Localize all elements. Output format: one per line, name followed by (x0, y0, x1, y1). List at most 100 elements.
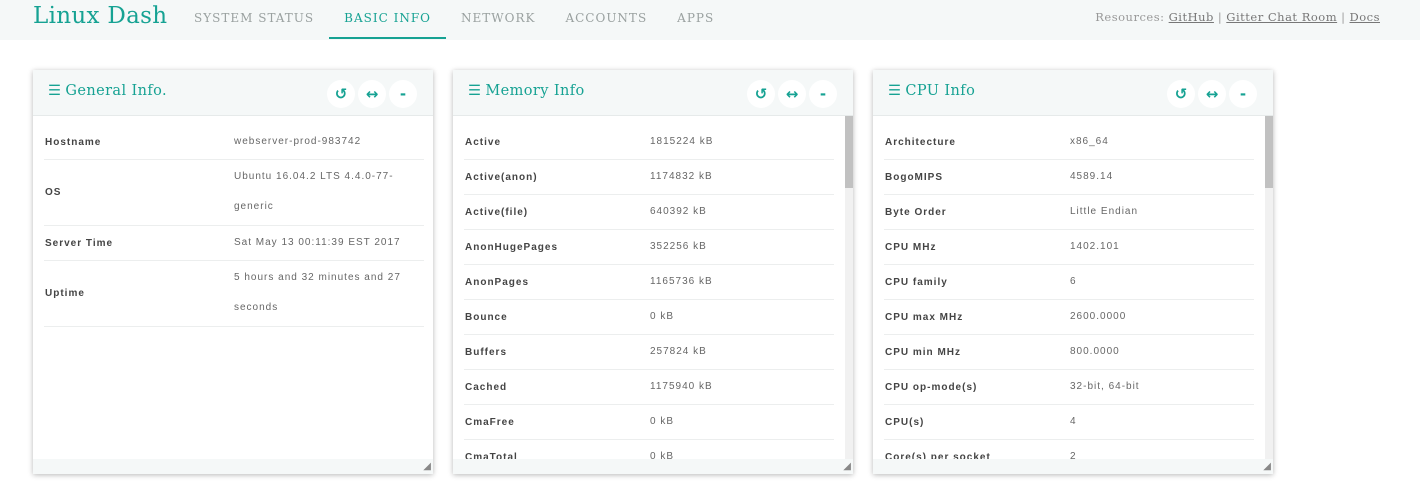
row-key: CPU family (885, 276, 948, 288)
row-value: Ubuntu 16.04.2 LTS 4.4.0-77-generic (234, 171, 394, 212)
collapse-button[interactable]: - (1229, 80, 1257, 108)
refresh-button[interactable]: ↺ (1167, 80, 1195, 108)
row-value: 0 kB (650, 451, 675, 459)
row-key: CPU op-mode(s) (885, 381, 978, 393)
row-value: 4589.14 (1070, 171, 1114, 182)
table-row: Cached 1175940 kB (464, 370, 834, 405)
row-key: Byte Order (885, 206, 947, 218)
panel-body: Hostname webserver-prod-983742 OS Ubuntu… (33, 116, 433, 459)
panel-header: ☰ Memory Info ↺ ↔ - (453, 70, 853, 116)
table-row: Architecture x86_64 (884, 125, 1254, 160)
row-key: CPU MHz (885, 241, 937, 253)
panel-body: Architecture x86_64 BogoMIPS 4589.14 Byte … (873, 116, 1273, 459)
scrollbar[interactable] (845, 116, 853, 459)
panel-controls: ↺ ↔ - (1167, 80, 1257, 108)
row-value: x86_64 (1070, 136, 1109, 147)
resources-links: Resources: GitHub | Gitter Chat Room | Docs (1095, 10, 1380, 24)
scrollbar[interactable] (1265, 116, 1273, 459)
panel-title-text: Memory Info (485, 83, 585, 99)
nav-tab-network[interactable]: NETWORK (446, 0, 550, 40)
general-info-panel: ☰ General Info. ↺ ↔ - Hostname webserver-… (33, 70, 433, 474)
separator: | (1217, 10, 1223, 24)
row-value: 6 (1070, 276, 1077, 287)
expand-button[interactable]: ↔ (1198, 80, 1226, 108)
panel-header: ☰ General Info. ↺ ↔ - (33, 70, 433, 116)
docs-link[interactable]: Docs (1350, 10, 1381, 24)
scrollbar-thumb[interactable] (845, 116, 853, 188)
row-key: CmaTotal (465, 451, 518, 460)
expand-button[interactable]: ↔ (358, 80, 386, 108)
table-row: Uptime 5 hours and 32 minutes and 27 sec… (44, 261, 424, 327)
table-row: Byte Order Little Endian (884, 195, 1254, 230)
row-value: 5 hours and 32 minutes and 27 seconds (234, 272, 401, 313)
row-key: AnonPages (465, 276, 530, 288)
separator: | (1341, 10, 1346, 24)
row-value: 1815224 kB (650, 136, 714, 147)
nav-tab-apps[interactable]: APPS (662, 0, 729, 40)
table-row: CPU MHz 1402.101 (884, 230, 1254, 265)
row-key: AnonHugePages (465, 241, 559, 253)
row-key: OS (45, 187, 62, 198)
menu-icon: ☰ (888, 83, 902, 99)
row-key: CPU(s) (885, 416, 925, 428)
collapse-button[interactable]: - (389, 80, 417, 108)
row-value: 640392 kB (650, 206, 707, 217)
row-value: 352256 kB (650, 241, 707, 252)
refresh-button[interactable]: ↺ (327, 80, 355, 108)
row-value: 0 kB (650, 311, 675, 322)
row-value: 1402.101 (1070, 241, 1120, 252)
nav-tab-basic-info[interactable]: BASIC INFO (329, 0, 446, 40)
row-key: Bounce (465, 311, 508, 323)
panel-title: ☰ CPU Info (888, 83, 975, 99)
resize-grip-icon[interactable]: ◢ (843, 462, 851, 472)
row-value: Sat May 13 00:11:39 EST 2017 (234, 237, 401, 248)
table-row: CPU min MHz 800.0000 (884, 335, 1254, 370)
table-row: CPU(s) 4 (884, 405, 1254, 440)
table-row: CPU max MHz 2600.0000 (884, 300, 1254, 335)
row-key: Uptime (45, 288, 85, 299)
nav-tab-system-status[interactable]: SYSTEM STATUS (179, 0, 329, 40)
panel-footer: ◢ (873, 459, 1273, 474)
main-nav: SYSTEM STATUS BASIC INFO NETWORK ACCOUNT… (179, 0, 729, 40)
row-value: 32-bit, 64-bit (1070, 381, 1140, 392)
row-value: 257824 kB (650, 346, 707, 357)
panel-header: ☰ CPU Info ↺ ↔ - (873, 70, 1273, 116)
menu-icon: ☰ (48, 83, 62, 99)
row-value: 0 kB (650, 416, 675, 427)
row-value: 1175940 kB (650, 381, 713, 392)
table-row: Bounce 0 kB (464, 300, 834, 335)
row-value: 2600.0000 (1070, 311, 1127, 322)
scrollbar-thumb[interactable] (1265, 116, 1273, 188)
row-key: Active(file) (465, 206, 529, 218)
gitter-chat-link[interactable]: Gitter Chat Room (1226, 10, 1337, 24)
collapse-button[interactable]: - (809, 80, 837, 108)
table-row: Active(anon) 1174832 kB (464, 160, 834, 195)
table-row: CPU family 6 (884, 265, 1254, 300)
resize-grip-icon[interactable]: ◢ (423, 462, 431, 472)
table-row: OS Ubuntu 16.04.2 LTS 4.4.0-77-generic (44, 160, 424, 226)
row-value: 1165736 kB (650, 276, 713, 287)
top-navbar: Linux Dash SYSTEM STATUS BASIC INFO NETW… (0, 0, 1420, 40)
table-row: Server Time Sat May 13 00:11:39 EST 2017 (44, 226, 424, 261)
menu-icon: ☰ (468, 83, 482, 99)
panel-title: ☰ Memory Info (468, 83, 585, 99)
resources-label: Resources: (1095, 10, 1165, 24)
refresh-button[interactable]: ↺ (747, 80, 775, 108)
row-key: Buffers (465, 346, 508, 358)
info-table: Architecture x86_64 BogoMIPS 4589.14 Byte … (884, 125, 1254, 459)
row-key: Server Time (45, 237, 114, 249)
row-value: 1174832 kB (650, 171, 713, 182)
github-link[interactable]: GitHub (1169, 10, 1214, 24)
panel-body: Active 1815224 kB Active(anon) 1174832 kB … (453, 116, 853, 459)
brand-logo[interactable]: Linux Dash (33, 3, 167, 29)
row-key: Core(s) per socket (885, 451, 991, 460)
resize-grip-icon[interactable]: ◢ (1263, 462, 1271, 472)
expand-button[interactable]: ↔ (778, 80, 806, 108)
nav-tab-accounts[interactable]: ACCOUNTS (550, 0, 662, 40)
table-row: AnonPages 1165736 kB (464, 265, 834, 300)
row-value: 4 (1070, 416, 1077, 427)
row-key: Active (465, 136, 502, 148)
panel-title: ☰ General Info. (48, 83, 167, 99)
row-key: Hostname (45, 136, 102, 148)
info-table: Active 1815224 kB Active(anon) 1174832 kB … (464, 125, 834, 459)
